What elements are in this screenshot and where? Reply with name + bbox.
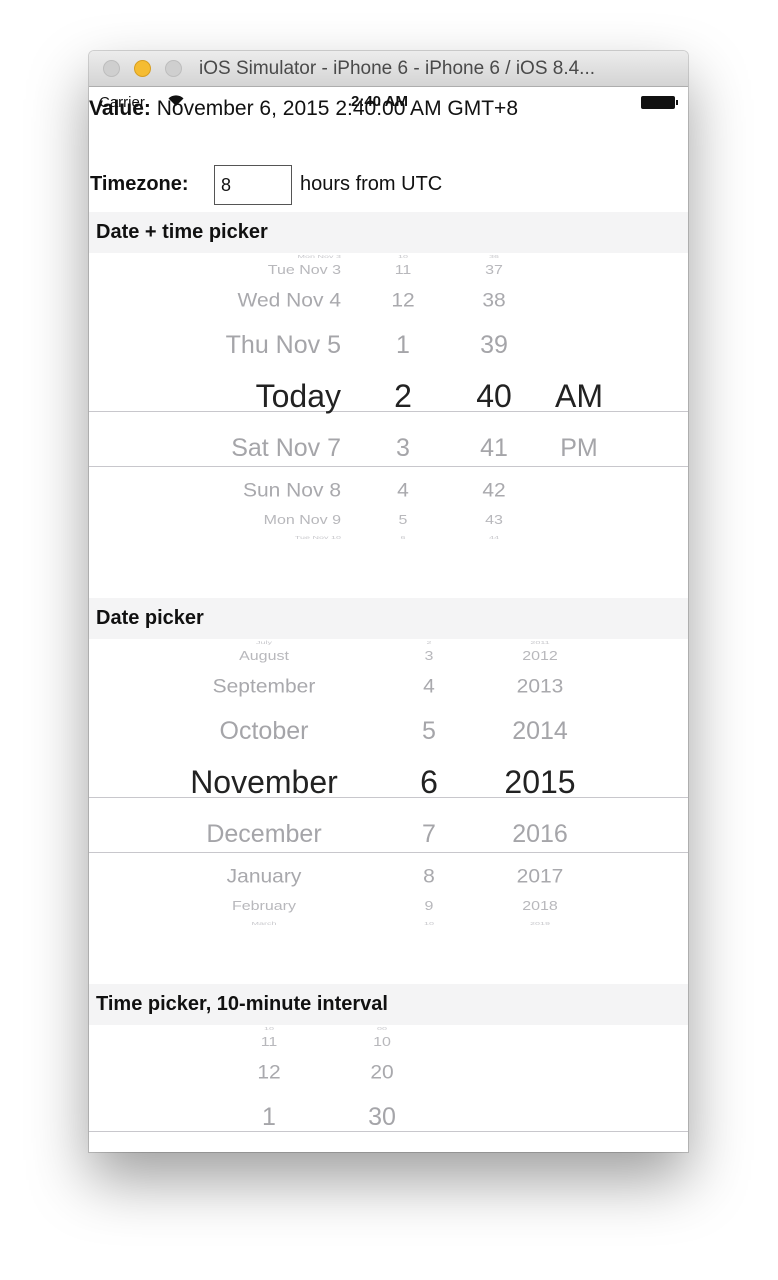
picker-item[interactable]: Tue Nov 3	[109, 264, 341, 277]
picker-item[interactable]: 4	[399, 677, 459, 696]
picker-item[interactable]: 10	[239, 1026, 299, 1031]
selection-line-bottom	[89, 852, 688, 853]
datetime-picker[interactable]: Mon Nov 3 Tue Nov 3 Wed Nov 4 Thu Nov 5 Toda…	[89, 253, 688, 595]
battery-icon	[641, 96, 678, 109]
picker-item[interactable]: 2019	[484, 921, 596, 926]
picker-item[interactable]: 2	[367, 380, 439, 412]
selection-line-bottom	[89, 466, 688, 467]
picker-item[interactable]: 12	[367, 291, 439, 310]
picker-item[interactable]: 10	[399, 921, 459, 926]
picker-item[interactable]: 2017	[484, 867, 596, 886]
picker-item[interactable]: 44	[455, 535, 533, 540]
value-text: November 6, 2015 2:40:00 AM GMT+8	[156, 97, 518, 120]
picker-item[interactable]: 2013	[484, 677, 596, 696]
picker-item[interactable]: August	[169, 650, 359, 663]
picker-item[interactable]: 30	[347, 1105, 417, 1130]
picker-item[interactable]: 10	[347, 1036, 417, 1049]
picker-item[interactable]: 40	[455, 380, 533, 412]
section-header-datetime: Date + time picker	[89, 212, 688, 253]
picker-item[interactable]: 43	[455, 514, 533, 527]
picker-item[interactable]: Tue Nov 10	[109, 535, 341, 540]
picker-item[interactable]: 8	[399, 867, 459, 886]
picker-item[interactable]: 39	[455, 333, 533, 358]
picker-item[interactable]: 2011	[484, 640, 596, 645]
picker-item[interactable]: 6	[367, 535, 439, 540]
picker-item[interactable]: Thu Nov 5	[109, 333, 341, 358]
picker-item[interactable]: 3	[399, 650, 459, 663]
picker-item[interactable]: 10	[367, 254, 439, 259]
picker-item[interactable]: 5	[367, 514, 439, 527]
picker-item[interactable]: 11	[239, 1036, 299, 1049]
close-window-button[interactable]	[103, 60, 120, 77]
picker-item[interactable]: Today	[109, 380, 341, 412]
selection-line-top	[89, 1131, 688, 1132]
picker-item[interactable]: 36	[455, 254, 533, 259]
picker-item[interactable]: 5	[399, 719, 459, 744]
time-picker[interactable]: 101112120010203040AM	[89, 1025, 688, 1152]
picker-item[interactable]: 20	[347, 1063, 417, 1082]
picker-item[interactable]: October	[169, 719, 359, 744]
picker-item[interactable]: 7	[399, 822, 459, 847]
value-label: Value:	[89, 97, 151, 120]
timezone-label: Timezone:	[90, 173, 189, 195]
picker-item[interactable]: 9	[399, 900, 459, 913]
picker-item[interactable]: Sun Nov 8	[109, 481, 341, 500]
picker-item[interactable]: Mon Nov 3	[109, 254, 341, 259]
picker-item[interactable]: Wed Nov 4	[109, 291, 342, 310]
simulator-window: iOS Simulator - iPhone 6 - iPhone 6 / iO…	[89, 51, 688, 1152]
picker-item[interactable]: Mon Nov 9	[109, 514, 341, 527]
timezone-input[interactable]	[214, 165, 292, 205]
picker-item[interactable]: 11	[367, 264, 439, 277]
picker-item[interactable]: July	[169, 640, 359, 645]
section-title-date: Date picker	[96, 607, 204, 629]
section-title-time: Time picker, 10-minute interval	[96, 993, 388, 1015]
section-title-datetime: Date + time picker	[96, 221, 268, 243]
picker-item[interactable]: 2018	[484, 900, 596, 913]
picker-item[interactable]: 1	[239, 1105, 299, 1130]
picker-item[interactable]: 37	[455, 264, 533, 277]
value-display: Value: November 6, 2015 2:40:00 AM GMT+8	[89, 97, 518, 121]
section-header-date: Date picker	[89, 598, 688, 639]
picker-item[interactable]: 2016	[484, 822, 596, 847]
picker-item[interactable]: 38	[455, 291, 533, 310]
picker-item[interactable]: 12	[239, 1063, 299, 1082]
picker-item[interactable]: 4	[367, 481, 439, 500]
picker-item[interactable]: November	[169, 766, 359, 798]
picker-item[interactable]: 2012	[484, 650, 596, 663]
picker-item[interactable]: Sat Nov 7	[109, 436, 341, 461]
picker-item[interactable]: 3	[367, 436, 439, 461]
timezone-suffix: hours from UTC	[300, 173, 443, 195]
picker-item[interactable]: 2014	[484, 719, 596, 744]
picker-item[interactable]: AM	[539, 380, 619, 412]
picker-item[interactable]: January	[169, 867, 359, 886]
picker-item[interactable]: 2	[399, 640, 459, 645]
zoom-window-button[interactable]	[165, 60, 182, 77]
picker-item[interactable]: 6	[399, 766, 459, 798]
picker-item[interactable]: September	[169, 677, 359, 696]
window-titlebar[interactable]: iOS Simulator - iPhone 6 - iPhone 6 / iO…	[89, 51, 688, 87]
picker-item[interactable]: March	[169, 921, 359, 926]
window-title: iOS Simulator - iPhone 6 - iPhone 6 / iO…	[199, 58, 596, 79]
picker-item[interactable]: 41	[455, 436, 533, 461]
picker-item[interactable]: 2015	[484, 766, 596, 798]
section-header-time: Time picker, 10-minute interval	[89, 984, 688, 1025]
picker-item[interactable]: PM	[539, 436, 619, 461]
picker-item[interactable]: December	[169, 822, 359, 847]
picker-item[interactable]: 42	[455, 481, 533, 500]
device-screen: Carrier 2:40 AM Value: November 6, 2015 …	[89, 87, 688, 1152]
minimize-window-button[interactable]	[134, 60, 151, 77]
picker-item[interactable]: February	[169, 900, 359, 913]
picker-item[interactable]: 00	[347, 1026, 417, 1031]
picker-item[interactable]: 1	[367, 333, 439, 358]
date-picker[interactable]: July August September October November Decemb…	[89, 639, 688, 981]
